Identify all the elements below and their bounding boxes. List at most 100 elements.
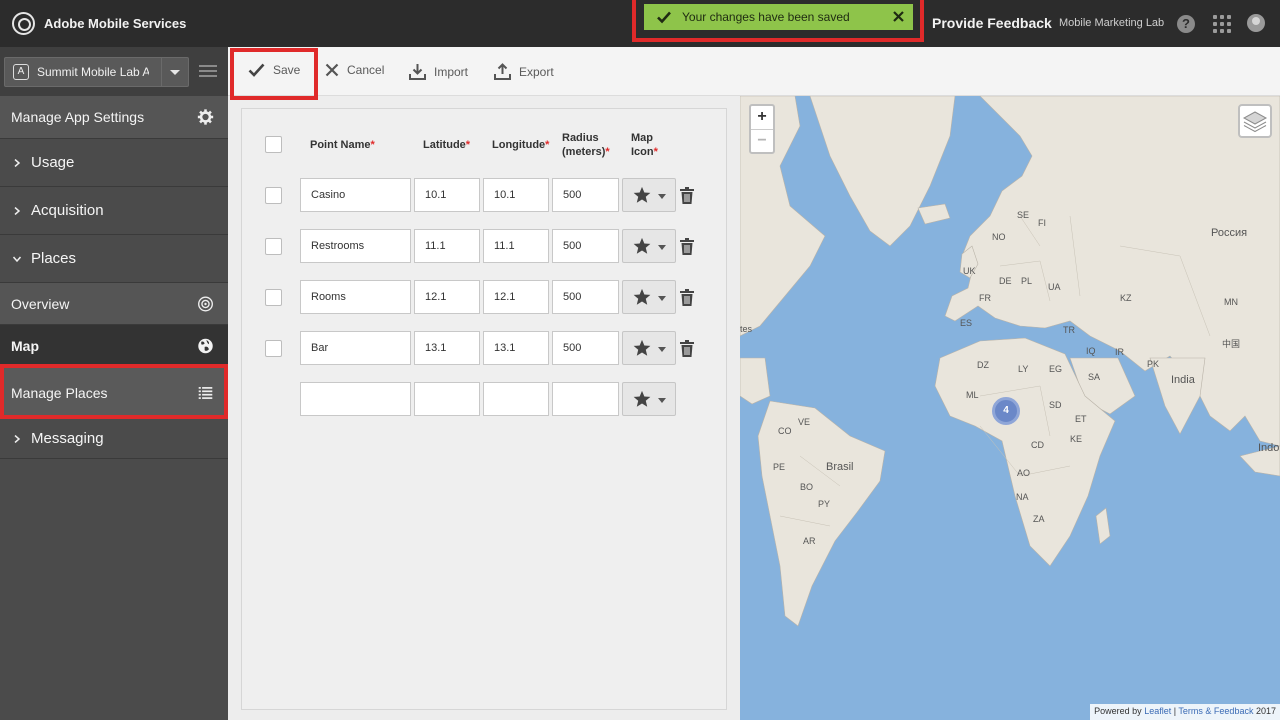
map-label: ES — [960, 318, 973, 328]
brand[interactable]: Adobe Mobile Services — [12, 12, 186, 35]
map-label: SE — [1017, 210, 1030, 220]
chevron-right-icon — [14, 434, 21, 443]
latitude-input[interactable] — [414, 280, 480, 314]
adobe-logo-icon — [12, 12, 35, 35]
star-icon — [633, 237, 651, 254]
zoom-out-button[interactable]: − — [751, 129, 773, 152]
column-header-latitude: Latitude* — [423, 139, 471, 151]
latitude-input[interactable] — [414, 331, 480, 365]
longitude-input[interactable] — [483, 331, 549, 365]
new-latitude-input[interactable] — [414, 382, 480, 416]
new-radius-input[interactable] — [552, 382, 619, 416]
help-icon[interactable]: ? — [1177, 15, 1195, 33]
import-button[interactable]: Import — [409, 63, 468, 80]
trash-icon[interactable] — [680, 289, 694, 306]
longitude-input[interactable] — [483, 178, 549, 212]
sidebar-item-map[interactable]: Map — [0, 325, 228, 367]
map-label: PL — [1021, 276, 1033, 286]
radius-input[interactable] — [552, 229, 619, 263]
map-label: IR — [1115, 347, 1124, 357]
chevron-down-icon — [658, 398, 666, 403]
trash-icon[interactable] — [680, 238, 694, 255]
longitude-input[interactable] — [483, 280, 549, 314]
trash-icon[interactable] — [680, 187, 694, 204]
places-table-panel: Point Name* Latitude* Longitude* Radius(… — [241, 108, 727, 710]
longitude-input[interactable] — [483, 229, 549, 263]
apps-grid-icon[interactable] — [1213, 15, 1231, 33]
row-checkbox[interactable] — [265, 289, 282, 306]
select-all-checkbox[interactable] — [265, 136, 282, 153]
row-checkbox[interactable] — [265, 238, 282, 255]
map-icon-select[interactable] — [622, 331, 676, 365]
zoom-in-button[interactable]: + — [751, 106, 773, 129]
map-label: TR — [1063, 325, 1075, 335]
sidebar-item-label: Overview — [11, 295, 70, 312]
sidebar-item-messaging[interactable]: Messaging — [0, 419, 228, 459]
terms-feedback-link[interactable]: Terms & Feedback — [1178, 706, 1253, 716]
point-name-input[interactable] — [300, 331, 411, 365]
world-map[interactable]: Россия SE NO FI UK DE PL FR UA KZ MN ES … — [740, 96, 1280, 720]
export-icon — [494, 63, 511, 80]
latitude-input[interactable] — [414, 229, 480, 263]
point-name-input[interactable] — [300, 280, 411, 314]
chevron-right-icon — [14, 158, 21, 167]
star-icon — [633, 288, 651, 305]
sidebar-item-manage-app-settings[interactable]: Manage App Settings — [0, 96, 228, 139]
chevron-down-icon[interactable] — [161, 58, 188, 86]
sidebar-item-label: Manage App Settings — [11, 109, 145, 125]
cancel-button[interactable]: Cancel — [325, 63, 384, 77]
column-header-point-name: Point Name* — [310, 139, 375, 151]
toast-highlight: Your changes have been saved — [632, 0, 924, 42]
sidebar-item-places[interactable]: Places — [0, 235, 228, 283]
map-label: KE — [1070, 434, 1083, 444]
map-label: VE — [798, 417, 811, 427]
trash-icon[interactable] — [680, 340, 694, 357]
map-icon-select[interactable] — [622, 178, 676, 212]
map-icon-select[interactable] — [622, 229, 676, 263]
map-label: EG — [1049, 364, 1063, 374]
map-label: Россия — [1211, 227, 1248, 239]
map-label: FR — [979, 293, 991, 303]
sidebar-item-acquisition[interactable]: Acquisition — [0, 187, 228, 235]
close-icon[interactable] — [892, 10, 905, 23]
row-checkbox[interactable] — [265, 340, 282, 357]
map-label: BO — [800, 482, 814, 492]
manage-places-highlight — [0, 364, 228, 419]
map-label: PY — [818, 499, 831, 509]
map-label: India — [1171, 374, 1195, 386]
export-button[interactable]: Export — [494, 63, 554, 80]
radius-input[interactable] — [552, 280, 619, 314]
map-label: SA — [1088, 372, 1101, 382]
layers-button[interactable] — [1238, 104, 1272, 138]
sidebar-item-usage[interactable]: Usage — [0, 139, 228, 187]
map-label: AR — [803, 536, 816, 546]
new-longitude-input[interactable] — [483, 382, 549, 416]
latitude-input[interactable] — [414, 178, 480, 212]
menu-icon[interactable] — [199, 65, 217, 78]
row-checkbox[interactable] — [265, 187, 282, 204]
top-bar: Adobe Mobile Services Your changes have … — [0, 0, 1280, 47]
map-cluster-marker[interactable]: 4 — [992, 397, 1020, 425]
brand-name: Adobe Mobile Services — [44, 16, 187, 31]
map-attribution: Powered by Leaflet | Terms & Feedback 20… — [1090, 704, 1280, 720]
map-label: DE — [999, 276, 1012, 286]
radius-input[interactable] — [552, 331, 619, 365]
org-selector[interactable]: Mobile Marketing Lab — [1059, 17, 1164, 29]
map-label: NA — [1016, 492, 1029, 502]
app-selector[interactable]: A Summit Mobile Lab Ap — [4, 57, 189, 87]
avatar[interactable] — [1247, 14, 1265, 32]
sidebar-item-overview[interactable]: Overview — [0, 283, 228, 325]
new-map-icon-select[interactable] — [622, 382, 676, 416]
map-label: ML — [966, 390, 979, 400]
point-name-input[interactable] — [300, 178, 411, 212]
map-icon-select[interactable] — [622, 280, 676, 314]
globe-icon — [198, 338, 213, 353]
point-name-input[interactable] — [300, 229, 411, 263]
new-point-name-input[interactable] — [300, 382, 411, 416]
leaflet-link[interactable]: Leaflet — [1144, 706, 1171, 716]
radius-input[interactable] — [552, 178, 619, 212]
provide-feedback-link[interactable]: Provide Feedback — [932, 15, 1052, 31]
sidebar-item-label: Map — [11, 337, 39, 354]
sidebar: A Summit Mobile Lab Ap Manage App Settin… — [0, 47, 228, 720]
import-label: Import — [434, 64, 469, 79]
